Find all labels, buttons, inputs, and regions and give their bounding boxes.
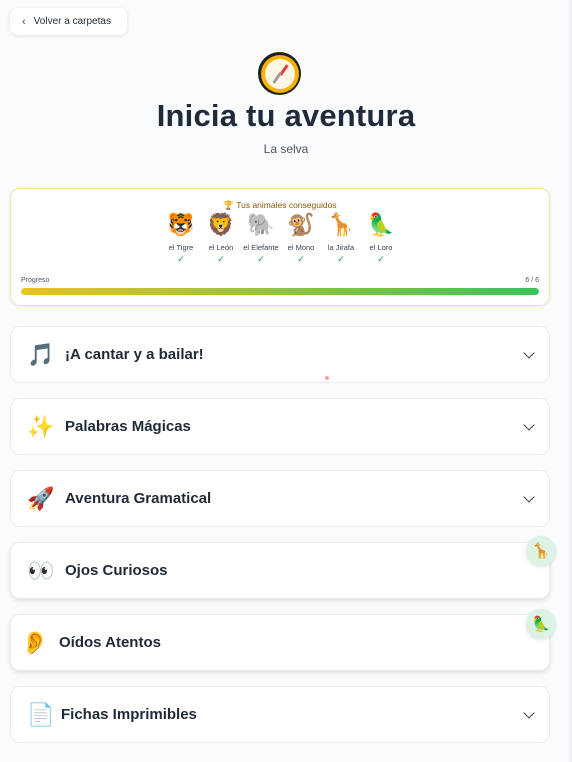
chevron-down-icon — [523, 419, 535, 431]
section-label: ¡A cantar y a bailar! — [65, 346, 204, 363]
giraffe-badge-icon: 🦒 — [526, 536, 556, 566]
animal-name: el Tigre — [168, 243, 194, 252]
animal-name: el Mono — [287, 243, 315, 252]
section-label: Fichas Imprimibles — [61, 706, 197, 723]
section-fichas-imprimibles[interactable]: 📄 Fichas Imprimibles — [10, 686, 550, 743]
section-label: Ojos Curiosos — [65, 562, 168, 579]
document-icon: 📄 — [27, 701, 55, 727]
chevron-down-icon — [523, 347, 535, 359]
chevron-left-icon: ‹ — [22, 15, 26, 28]
animal-name: el León — [208, 243, 234, 252]
tiger-icon: 🐯 — [167, 212, 195, 237]
ear-icon: 👂 — [21, 629, 49, 655]
animals-row: 🐯 el Tigre ✓ 🦁 el León ✓ 🐘 el Elefante ✓… — [161, 211, 401, 271]
progress-count: 6 / 6 — [525, 277, 539, 284]
back-to-folders-button[interactable]: ‹ Volver a carpetas — [10, 8, 127, 35]
animals-collected-card: 🏆 Tus animales conseguidos 🐯 el Tigre ✓ … — [10, 188, 550, 306]
music-notes-icon: 🎵 — [27, 341, 55, 367]
compass-icon — [258, 52, 301, 95]
animal-item: 🐒 el Mono ✓ — [281, 211, 321, 271]
animal-name: el Elefante — [243, 243, 279, 252]
check-icon: ✓ — [257, 254, 265, 264]
progress-bar-fill — [21, 288, 539, 295]
progress-bar — [21, 288, 539, 295]
page-title: Inicia tu aventura — [156, 98, 416, 133]
trophy-icon: 🏆 — [223, 200, 235, 210]
progress-label: Progreso — [21, 277, 50, 284]
decorative-dot — [325, 376, 329, 380]
section-label: Oídos Atentos — [59, 634, 161, 651]
animal-item: 🐯 el Tigre ✓ — [161, 211, 201, 271]
check-icon: ✓ — [377, 254, 385, 264]
rocket-icon: 🚀 — [27, 485, 55, 511]
section-label: Aventura Gramatical — [65, 490, 212, 507]
animal-name: el Loro — [369, 243, 393, 252]
chevron-down-icon — [523, 707, 535, 719]
eyes-icon: 👀 — [27, 557, 55, 583]
page-subtitle: La selva — [263, 142, 309, 156]
sparkles-icon: ✨ — [27, 413, 55, 439]
chevron-down-icon — [523, 491, 535, 503]
section-ojos-curiosos[interactable]: 👀 Ojos Curiosos — [10, 542, 550, 599]
check-icon: ✓ — [297, 254, 305, 264]
animal-item: 🐘 el Elefante ✓ — [241, 211, 281, 271]
section-aventura-gramatical[interactable]: 🚀 Aventura Gramatical — [10, 470, 550, 527]
animal-item: 🦒 la Jirafa ✓ — [321, 211, 361, 271]
section-palabras-magicas[interactable]: ✨ Palabras Mágicas — [10, 398, 550, 455]
check-icon: ✓ — [217, 254, 225, 264]
animal-name: la Jirafa — [327, 243, 355, 252]
animals-card-title: 🏆 Tus animales conseguidos — [223, 200, 337, 210]
back-button-label: Volver a carpetas — [33, 16, 111, 27]
parrot-icon: 🦜 — [367, 212, 395, 237]
section-cantar-bailar[interactable]: 🎵 ¡A cantar y a bailar! — [10, 326, 550, 383]
parrot-badge-icon: 🦜 — [526, 609, 556, 639]
lion-icon: 🦁 — [207, 212, 235, 237]
check-icon: ✓ — [177, 254, 185, 264]
animal-item: 🦁 el León ✓ — [201, 211, 241, 271]
giraffe-icon: 🦒 — [327, 212, 355, 237]
animal-item: 🦜 el Loro ✓ — [361, 211, 401, 271]
check-icon: ✓ — [337, 254, 345, 264]
section-label: Palabras Mágicas — [65, 418, 191, 435]
monkey-icon: 🐒 — [287, 212, 315, 237]
elephant-icon: 🐘 — [247, 212, 275, 237]
section-oidos-atentos[interactable]: 👂 Oídos Atentos — [10, 614, 550, 671]
